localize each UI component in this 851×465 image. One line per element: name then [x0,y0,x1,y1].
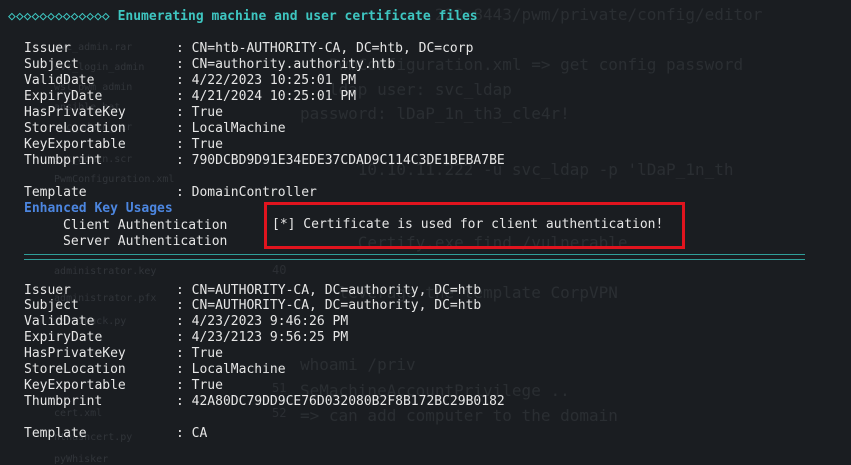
cert1-expirydate-value: : 4/21/2024 10:25:01 PM [176,89,356,105]
cert2-thumbprint-key: Thumbprint [24,394,102,410]
cert2-expirydate-value: : 4/23/2123 9:56:25 PM [176,330,348,346]
cert1-template-key: Template [24,185,87,201]
cert1-issuer-value: : CN=htb-AUTHORITY-CA, DC=htb, DC=corp [176,41,473,57]
cert1-hasprivatekey-key: HasPrivateKey [24,105,126,121]
cert1-keyexportable-value: : True [176,137,223,153]
cert1-storelocation-key: StoreLocation [24,121,126,137]
cert2-expirydate-key: ExpiryDate [24,330,102,346]
cert1-validdate-key: ValidDate [24,73,94,89]
cert2-issuer-value: : CN=AUTHORITY-CA, DC=authority, DC=htb [176,283,481,299]
section-banner: ◇◇◇◇◇◇◇◇◇◇◇◇◇ Enumerating machine and us… [8,9,478,24]
cert2-template-value: : CA [176,426,207,442]
cert1-issuer-key: Issuer [24,41,71,57]
client-auth-notice: [*] Certificate is used for client authe… [272,217,663,232]
cert1-subject-key: Subject [24,57,79,73]
cert1-storelocation-value: : LocalMachine [176,121,286,137]
cert2-issuer-key: Issuer [24,283,71,299]
cert2-thumbprint-value: : 42A80DC79DD9CE76D032080B2F8B172BC29B01… [176,394,505,410]
cert1-validdate-value: : 4/22/2023 10:25:01 PM [176,73,356,89]
cert1-hasprivatekey-value: : True [176,105,223,121]
eku-client-authentication: Client Authentication [63,218,227,234]
cert2-hasprivatekey-value: : True [176,346,223,362]
cert1-expirydate-key: ExpiryDate [24,89,102,105]
cert2-hasprivatekey-key: HasPrivateKey [24,346,126,362]
cert1-thumbprint-key: Thumbprint [24,153,102,169]
cert2-subject-value: : CN=AUTHORITY-CA, DC=authority, DC=htb [176,298,481,314]
cert2-subject-key: Subject [24,298,79,314]
cert2-keyexportable-key: KeyExportable [24,378,126,394]
cert2-validdate-key: ValidDate [24,314,94,330]
cert1-thumbprint-value: : 790DCBD9D91E34EDE37CDAD9C114C3DE1BEBA7… [176,153,505,169]
eku-heading: Enhanced Key Usages [24,201,173,216]
cert1-subject-value: : CN=authority.authority.htb [176,57,395,73]
cert1-keyexportable-key: KeyExportable [24,137,126,153]
cert1-template-value: : DomainController [176,185,317,201]
cert2-keyexportable-value: : True [176,378,223,394]
certificate-separator [24,254,805,260]
cert2-storelocation-value: : LocalMachine [176,362,286,378]
cert2-storelocation-key: StoreLocation [24,362,126,378]
cert2-template-key: Template [24,426,87,442]
eku-server-authentication: Server Authentication [63,234,227,250]
terminal-output: ◇◇◇◇◇◇◇◇◇◇◇◇◇ Enumerating machine and us… [0,0,851,464]
cert2-validdate-value: : 4/23/2023 9:46:26 PM [176,314,348,330]
